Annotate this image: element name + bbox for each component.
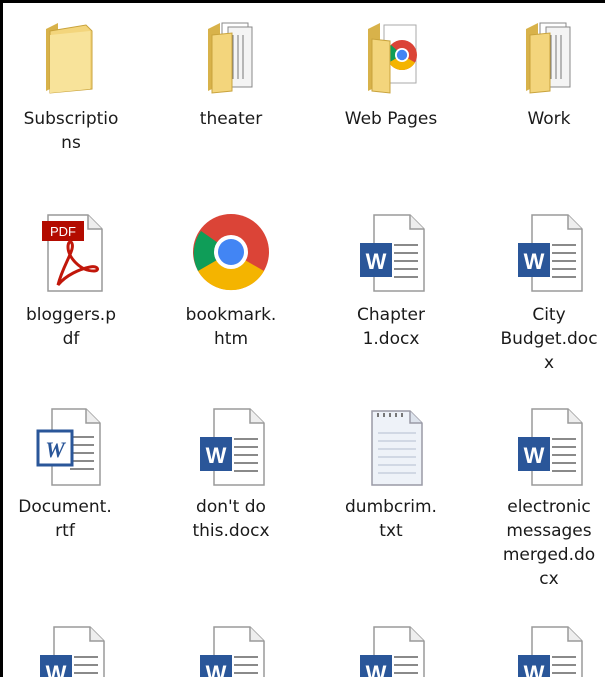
svg-text:W: W: [524, 661, 545, 677]
text-file-icon: [348, 403, 434, 489]
file-name: Chapter 1.docx: [357, 305, 425, 349]
folder-documents-icon: [188, 15, 274, 101]
svg-text:W: W: [46, 661, 67, 677]
file-name: bloggers.p df: [26, 305, 116, 349]
pdf-icon: PDF: [28, 209, 114, 295]
svg-text:PDF: PDF: [50, 224, 76, 239]
word-doc-icon: W: [348, 209, 434, 295]
file-name: theater: [199, 109, 263, 129]
file-explorer-view: Subscriptio ns theater Web Pages Work PD…: [0, 0, 605, 677]
svg-text:W: W: [524, 249, 545, 274]
svg-text:W: W: [206, 443, 227, 468]
svg-text:W: W: [366, 661, 387, 677]
file-name: Document. rtf: [18, 497, 112, 541]
file-name: Work: [527, 109, 571, 129]
file-name: bookmark. htm: [185, 305, 277, 349]
word-doc-icon: W: [506, 209, 592, 295]
file-name: Web Pages: [344, 109, 438, 129]
folder-chrome-icon: [348, 15, 434, 101]
word-doc-icon: W: [188, 621, 274, 677]
word-doc-icon: W: [28, 621, 114, 677]
svg-text:W: W: [524, 443, 545, 468]
svg-text:W: W: [45, 437, 66, 462]
file-name: don't do this.docx: [192, 497, 270, 541]
file-name: electronic messages merged.do cx: [502, 497, 596, 589]
folder-documents-icon: [506, 15, 592, 101]
file-icon-grid: Subscriptio ns theater Web Pages Work PD…: [3, 3, 605, 677]
file-name: City Budget.doc x: [500, 305, 598, 373]
wordpad-doc-icon: W: [22, 403, 108, 489]
word-doc-icon: W: [348, 621, 434, 677]
chrome-icon: [188, 209, 274, 295]
word-doc-icon: W: [506, 403, 592, 489]
file-name: dumbcrim. txt: [345, 497, 437, 541]
word-doc-icon: W: [506, 621, 592, 677]
folder-icon: [28, 15, 114, 101]
svg-text:W: W: [206, 661, 227, 677]
svg-text:W: W: [366, 249, 387, 274]
file-name: Subscriptio ns: [23, 109, 119, 153]
word-doc-icon: W: [188, 403, 274, 489]
